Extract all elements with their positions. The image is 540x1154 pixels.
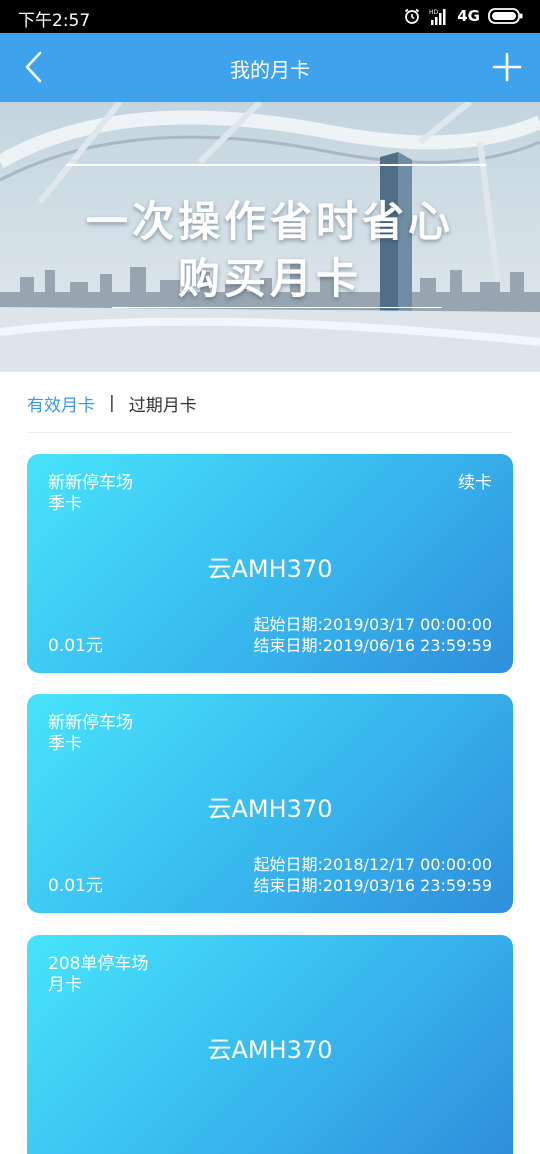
renew-card-button[interactable]: 续卡 [458, 473, 492, 493]
status-bar: 下午2:57 HD 4G [0, 0, 540, 33]
license-plate: 云AMH370 [207, 795, 333, 823]
banner-rule-bottom [112, 307, 442, 308]
card-type: 季卡 [48, 734, 82, 754]
signal-bars-icon: HD [429, 7, 449, 25]
card-type: 季卡 [48, 494, 82, 514]
status-icons: HD 4G [403, 5, 524, 27]
monthly-card[interactable]: 新新停车场 季卡 续卡 云AMH370 起始日期:2019/03/17 00:0… [27, 454, 513, 673]
banner-subheadline: 购买月卡 [177, 254, 362, 303]
page-title: 我的月卡 [230, 58, 310, 82]
tab-valid-cards[interactable]: 有效月卡 [27, 391, 95, 416]
end-date: 结束日期:2019/06/16 23:59:59 [253, 636, 492, 655]
end-date: 结束日期:2019/03/16 23:59:59 [253, 876, 492, 895]
monthly-card[interactable]: 208单停车场 月卡 云AMH370 [27, 935, 513, 1154]
card-status-tabs: 有效月卡 | 过期月卡 [27, 390, 197, 416]
alarm-clock-icon [403, 7, 421, 25]
plus-icon [492, 52, 522, 82]
parking-lot-name: 新新停车场 [48, 473, 133, 493]
battery-icon [488, 7, 524, 25]
network-type: 4G [457, 7, 480, 25]
tabs-divider [27, 432, 513, 433]
card-type: 月卡 [48, 975, 82, 995]
license-plate: 云AMH370 [207, 555, 333, 583]
parking-lot-name: 新新停车场 [48, 713, 133, 733]
tab-expired-cards[interactable]: 过期月卡 [129, 391, 197, 416]
parking-lot-name: 208单停车场 [48, 954, 149, 974]
status-time: 下午2:57 [18, 11, 91, 31]
banner-rule-top [66, 164, 486, 166]
nav-bar: 我的月卡 [0, 33, 540, 102]
add-card-button[interactable] [490, 50, 524, 84]
license-plate: 云AMH370 [207, 1036, 333, 1064]
banner-headline: 一次操作省时省心 [85, 197, 454, 246]
card-price: 0.01元 [48, 636, 103, 656]
monthly-card[interactable]: 新新停车场 季卡 云AMH370 起始日期:2018/12/17 00:00:0… [27, 694, 513, 913]
tab-separator: | [109, 393, 115, 413]
card-price: 0.01元 [48, 876, 103, 896]
promo-banner[interactable]: 一次操作省时省心 购买月卡 [0, 102, 540, 372]
svg-text:HD: HD [429, 9, 439, 16]
